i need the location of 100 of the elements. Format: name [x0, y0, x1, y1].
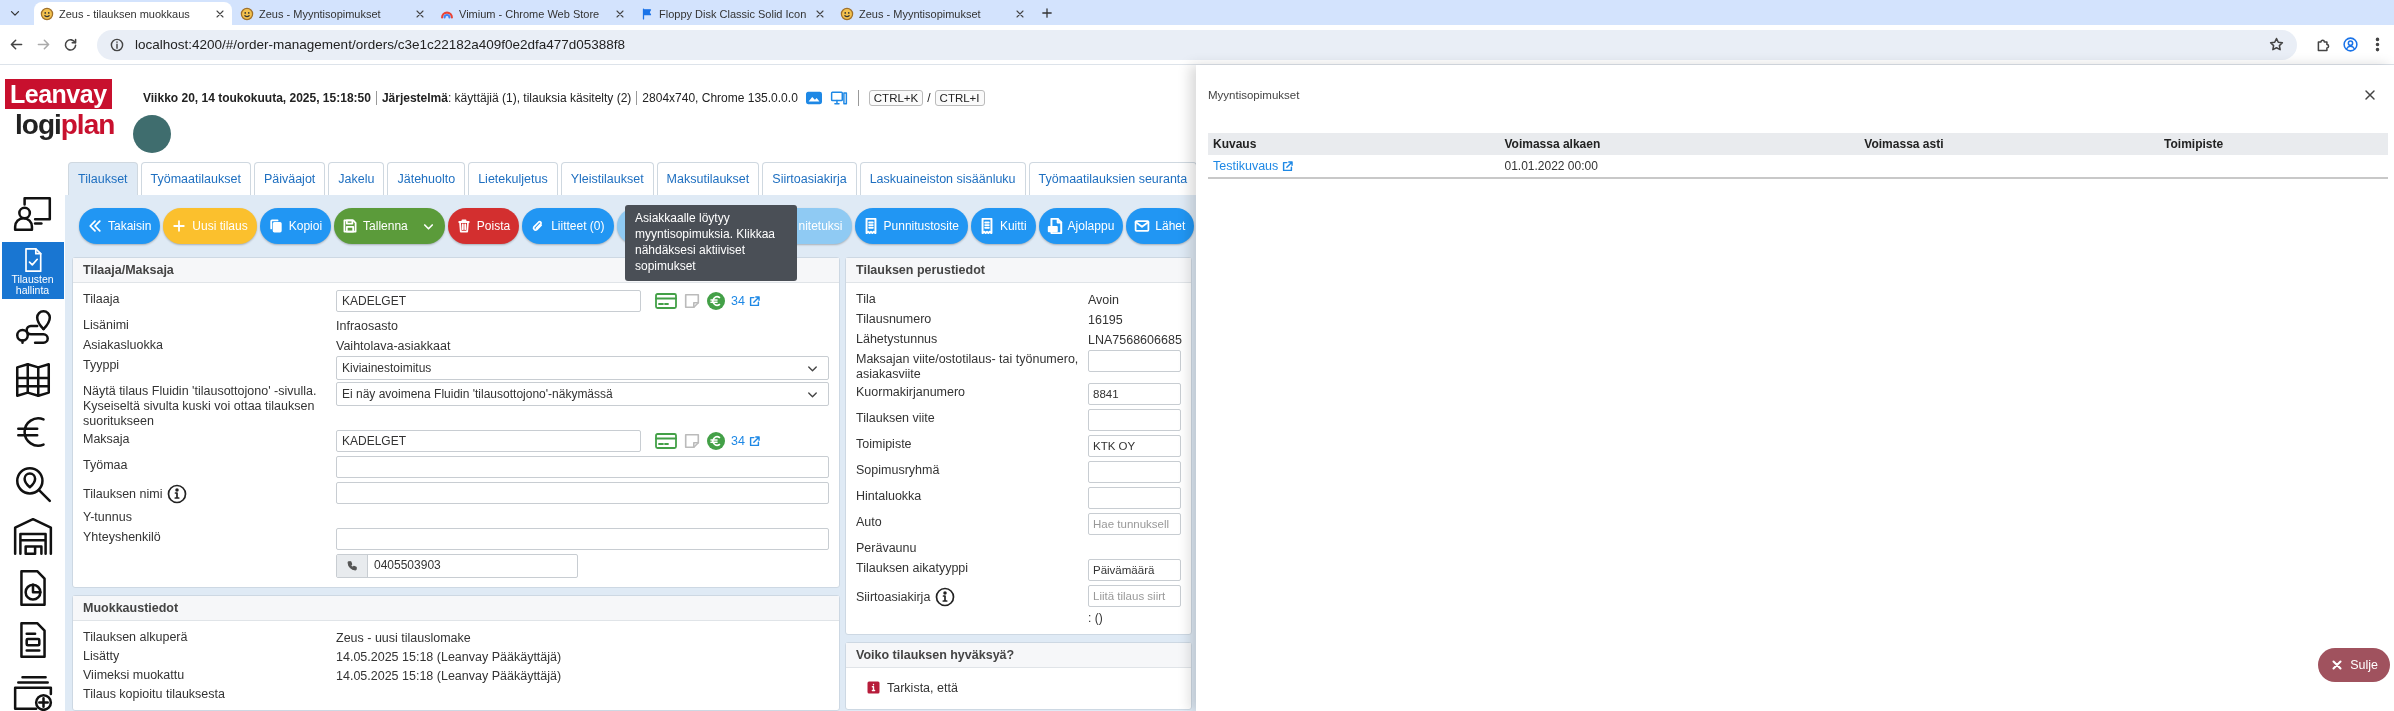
credit-card-icon[interactable]	[654, 291, 678, 311]
avatar[interactable]	[133, 115, 171, 153]
input-field[interactable]	[336, 456, 829, 478]
column-header: Toimipiste	[2159, 133, 2388, 155]
toolbar-button[interactable]: Tallenna	[334, 208, 445, 244]
browser-tab[interactable]: Zeus - Myyntisopimukset	[834, 2, 1032, 25]
field-label: Lisänimi	[83, 318, 129, 333]
link[interactable]: 34	[731, 434, 761, 448]
address-bar[interactable]: localhost:4200/#/order-management/orders/c3e1c22182a409f0e2dfa477d05388f8	[97, 29, 2297, 60]
field-label: Auto	[856, 515, 882, 530]
toolbar-button[interactable]: Takaisin	[79, 208, 161, 244]
tab[interactable]: Maksutilaukset	[656, 162, 760, 195]
tab[interactable]: Siirtoasiakirja	[762, 162, 857, 195]
toolbar-button[interactable]: Liitteet (0)	[522, 208, 614, 244]
input-field[interactable]	[1088, 461, 1181, 483]
double-chevron-left-icon	[87, 218, 103, 234]
toolbar-button[interactable]: Poista	[447, 208, 520, 244]
back-arrow-icon[interactable]	[8, 36, 25, 53]
smiley-icon	[840, 6, 854, 21]
link[interactable]: 34	[731, 294, 761, 308]
input-field[interactable]	[1088, 409, 1181, 431]
input-field[interactable]	[336, 482, 829, 504]
field-label: Viimeksi muokattu	[83, 668, 185, 683]
input-field[interactable]	[336, 528, 829, 550]
toolbar-button[interactable]: Kuitti	[970, 208, 1036, 244]
field-label: Siirtoasiakirja	[856, 589, 931, 605]
field-label: Lisätty	[83, 649, 120, 664]
input-field[interactable]: Liitä tilaus siirt	[1088, 585, 1181, 607]
browser-tab[interactable]: Floppy Disk Classic Solid Icon	[634, 2, 832, 25]
field-note: : ()	[1088, 611, 1104, 625]
plus-icon[interactable]	[1040, 6, 1054, 20]
browser-tab[interactable]: Vimium - Chrome Web Store	[434, 2, 632, 25]
toolbar-button[interactable]: Ajolappu	[1038, 208, 1124, 244]
external-link-icon	[747, 434, 761, 448]
close-icon[interactable]	[2362, 87, 2378, 103]
profile-icon[interactable]	[2342, 36, 2359, 53]
toolbar-button[interactable]: Kopioi	[259, 208, 332, 244]
tab[interactable]: Jakelu	[328, 162, 385, 195]
dropdown[interactable]: Ei näy avoimena Fluidin 'tilausottojono'-näkymässä	[336, 382, 829, 406]
tab[interactable]: Jätehuolto	[387, 162, 466, 195]
euro-coin-icon[interactable]	[706, 291, 726, 311]
browser-tab[interactable]: Zeus - Myyntisopimukset	[234, 2, 432, 25]
field-label: Lähetystunnus	[856, 332, 938, 347]
phone-field[interactable]: 0405503903	[336, 554, 578, 578]
dropdown[interactable]: Kiviainestoimitus	[336, 356, 829, 380]
link[interactable]: Testikuvaus	[1213, 159, 1295, 173]
field-label: Toimipiste	[856, 437, 912, 452]
toolbar-button[interactable]: Punnitustosite	[854, 208, 968, 244]
tab[interactable]: Työmaatilauksien seuranta	[1028, 162, 1196, 195]
star-icon[interactable]	[2268, 36, 2285, 53]
envelope-icon	[1134, 218, 1151, 234]
tab[interactable]: Päiväajot	[253, 162, 326, 195]
reload-icon[interactable]	[62, 36, 79, 53]
credit-card-icon[interactable]	[654, 431, 678, 451]
tab[interactable]: Työmaatilaukset	[140, 162, 251, 195]
field-label: Tilauksen aikatyyppi	[856, 561, 969, 576]
field-value: Zeus - uusi tilauslomake	[336, 630, 471, 645]
resolution-text: 2804x740, Chrome 135.0.0.0	[636, 91, 798, 105]
info-icon[interactable]	[935, 587, 956, 607]
system-info-text: Järjestelmä: käyttäjiä (1), tilauksia käsitelty (2)	[375, 91, 632, 105]
input-field[interactable]: KTK OY	[1088, 435, 1181, 457]
check-item-text: Tarkista, että	[887, 680, 958, 695]
tab[interactable]: Laskuaineiston sisäänluku	[859, 162, 1026, 195]
column-header: Voimassa asti	[1859, 133, 2160, 155]
column-header: Voimassa alkaen	[1499, 133, 1860, 155]
field-label: Sopimusryhmä	[856, 463, 940, 478]
field-value: 14.05.2025 15:18 (Leanvay Pääkäyttäjä)	[336, 668, 562, 683]
separator-text: /	[927, 91, 931, 105]
sidebar-item[interactable]: Tilausten hallinta	[1, 242, 64, 299]
info-icon[interactable]	[167, 484, 188, 504]
field-label: Tila	[856, 292, 876, 307]
tab[interactable]: Tilaukset	[68, 162, 138, 195]
monitor-icon[interactable]	[829, 89, 848, 107]
card-title: Muokkaustiedot	[73, 596, 839, 621]
input-field[interactable]	[1088, 350, 1181, 372]
input-field[interactable]: 8841	[1088, 383, 1181, 405]
field-label: Hintaluokka	[856, 489, 922, 504]
field-label: Maksajan viite/ostotilaus- tai työnumero, asiakasviite	[856, 352, 1080, 382]
tooltip: Asiakkaalle löytyy myyntisopimuksia. Klikkaa nähdäksesi aktiiviset sopimukset	[625, 205, 797, 281]
card-title: Voiko tilauksen hyväksyä?	[846, 643, 1191, 668]
input-field[interactable]: KADELGET	[336, 290, 641, 312]
smiley-icon	[240, 6, 254, 21]
input-field[interactable]: Päivämäärä	[1088, 559, 1181, 581]
euro-coin-icon[interactable]	[706, 431, 726, 451]
close-button[interactable]: Sulje	[2318, 648, 2390, 682]
tab[interactable]: Yleistilaukset	[560, 162, 654, 195]
logo-text: Leanvay	[5, 79, 112, 109]
tab[interactable]: Lietekuljetus	[468, 162, 558, 195]
input-field[interactable]	[1088, 487, 1181, 509]
browser-tab[interactable]: Zeus - tilauksen muokkaus	[34, 2, 232, 25]
input-field[interactable]: KADELGET	[336, 430, 641, 452]
toolbar-button[interactable]: Lähet	[1126, 208, 1195, 244]
info-icon[interactable]	[109, 36, 125, 53]
field-label: Tilaaja	[83, 292, 120, 307]
input-field[interactable]: Hae tunnuksell	[1088, 513, 1181, 535]
flag-icon	[640, 6, 654, 21]
field-label: Tilauksen alkuperä	[83, 630, 188, 645]
image-icon[interactable]	[804, 89, 823, 107]
field-label: Yhteyshenkilö	[83, 530, 161, 545]
field-label: Perävaunu	[856, 541, 917, 556]
